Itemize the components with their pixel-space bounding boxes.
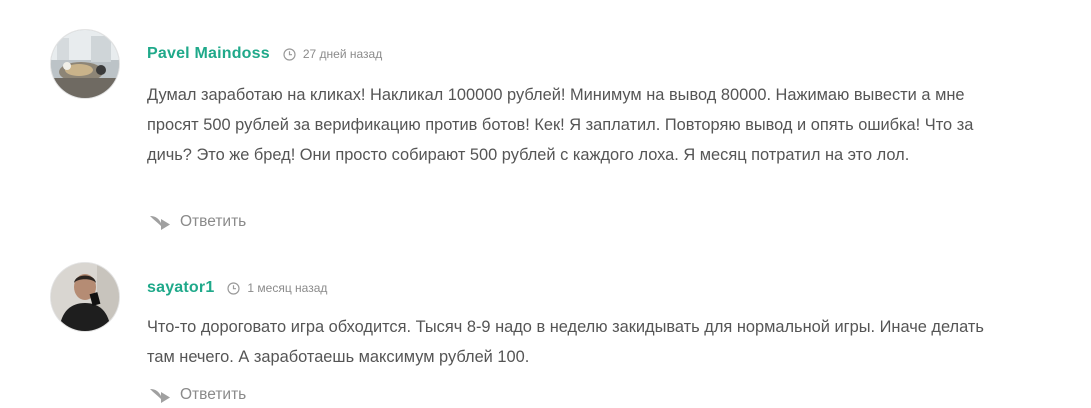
comments-list: Pavel Maindoss 27 дней назад Думал зараб… bbox=[0, 0, 1091, 408]
avatar-photo-icon bbox=[51, 30, 119, 98]
comment-text: Что-то дороговато игра обходится. Тысяч … bbox=[147, 318, 984, 366]
clock-icon bbox=[283, 47, 296, 61]
comment-text: Думал заработаю на кликах! Накликал 1000… bbox=[147, 86, 974, 164]
comment-meta: Pavel Maindoss 27 дней назад bbox=[147, 44, 382, 64]
author-name[interactable]: Pavel Maindoss bbox=[147, 45, 270, 63]
reply-button[interactable]: Ответить bbox=[149, 385, 246, 405]
avatar-photo-icon bbox=[51, 263, 119, 331]
comment-time[interactable]: 27 дней назад bbox=[303, 47, 382, 61]
reply-arrow-icon bbox=[150, 216, 170, 230]
avatar[interactable] bbox=[51, 30, 119, 98]
reply-label: Ответить bbox=[180, 213, 247, 230]
author-name[interactable]: sayator1 bbox=[147, 279, 214, 297]
comment-time[interactable]: 1 месяц назад bbox=[247, 281, 327, 295]
comment-meta: sayator1 1 месяц назад bbox=[147, 278, 327, 298]
reply-button[interactable]: Ответить bbox=[149, 212, 246, 232]
reply-arrow-icon bbox=[150, 389, 170, 403]
clock-icon bbox=[227, 281, 241, 295]
avatar[interactable] bbox=[51, 263, 119, 331]
reply-label: Ответить bbox=[180, 386, 247, 403]
